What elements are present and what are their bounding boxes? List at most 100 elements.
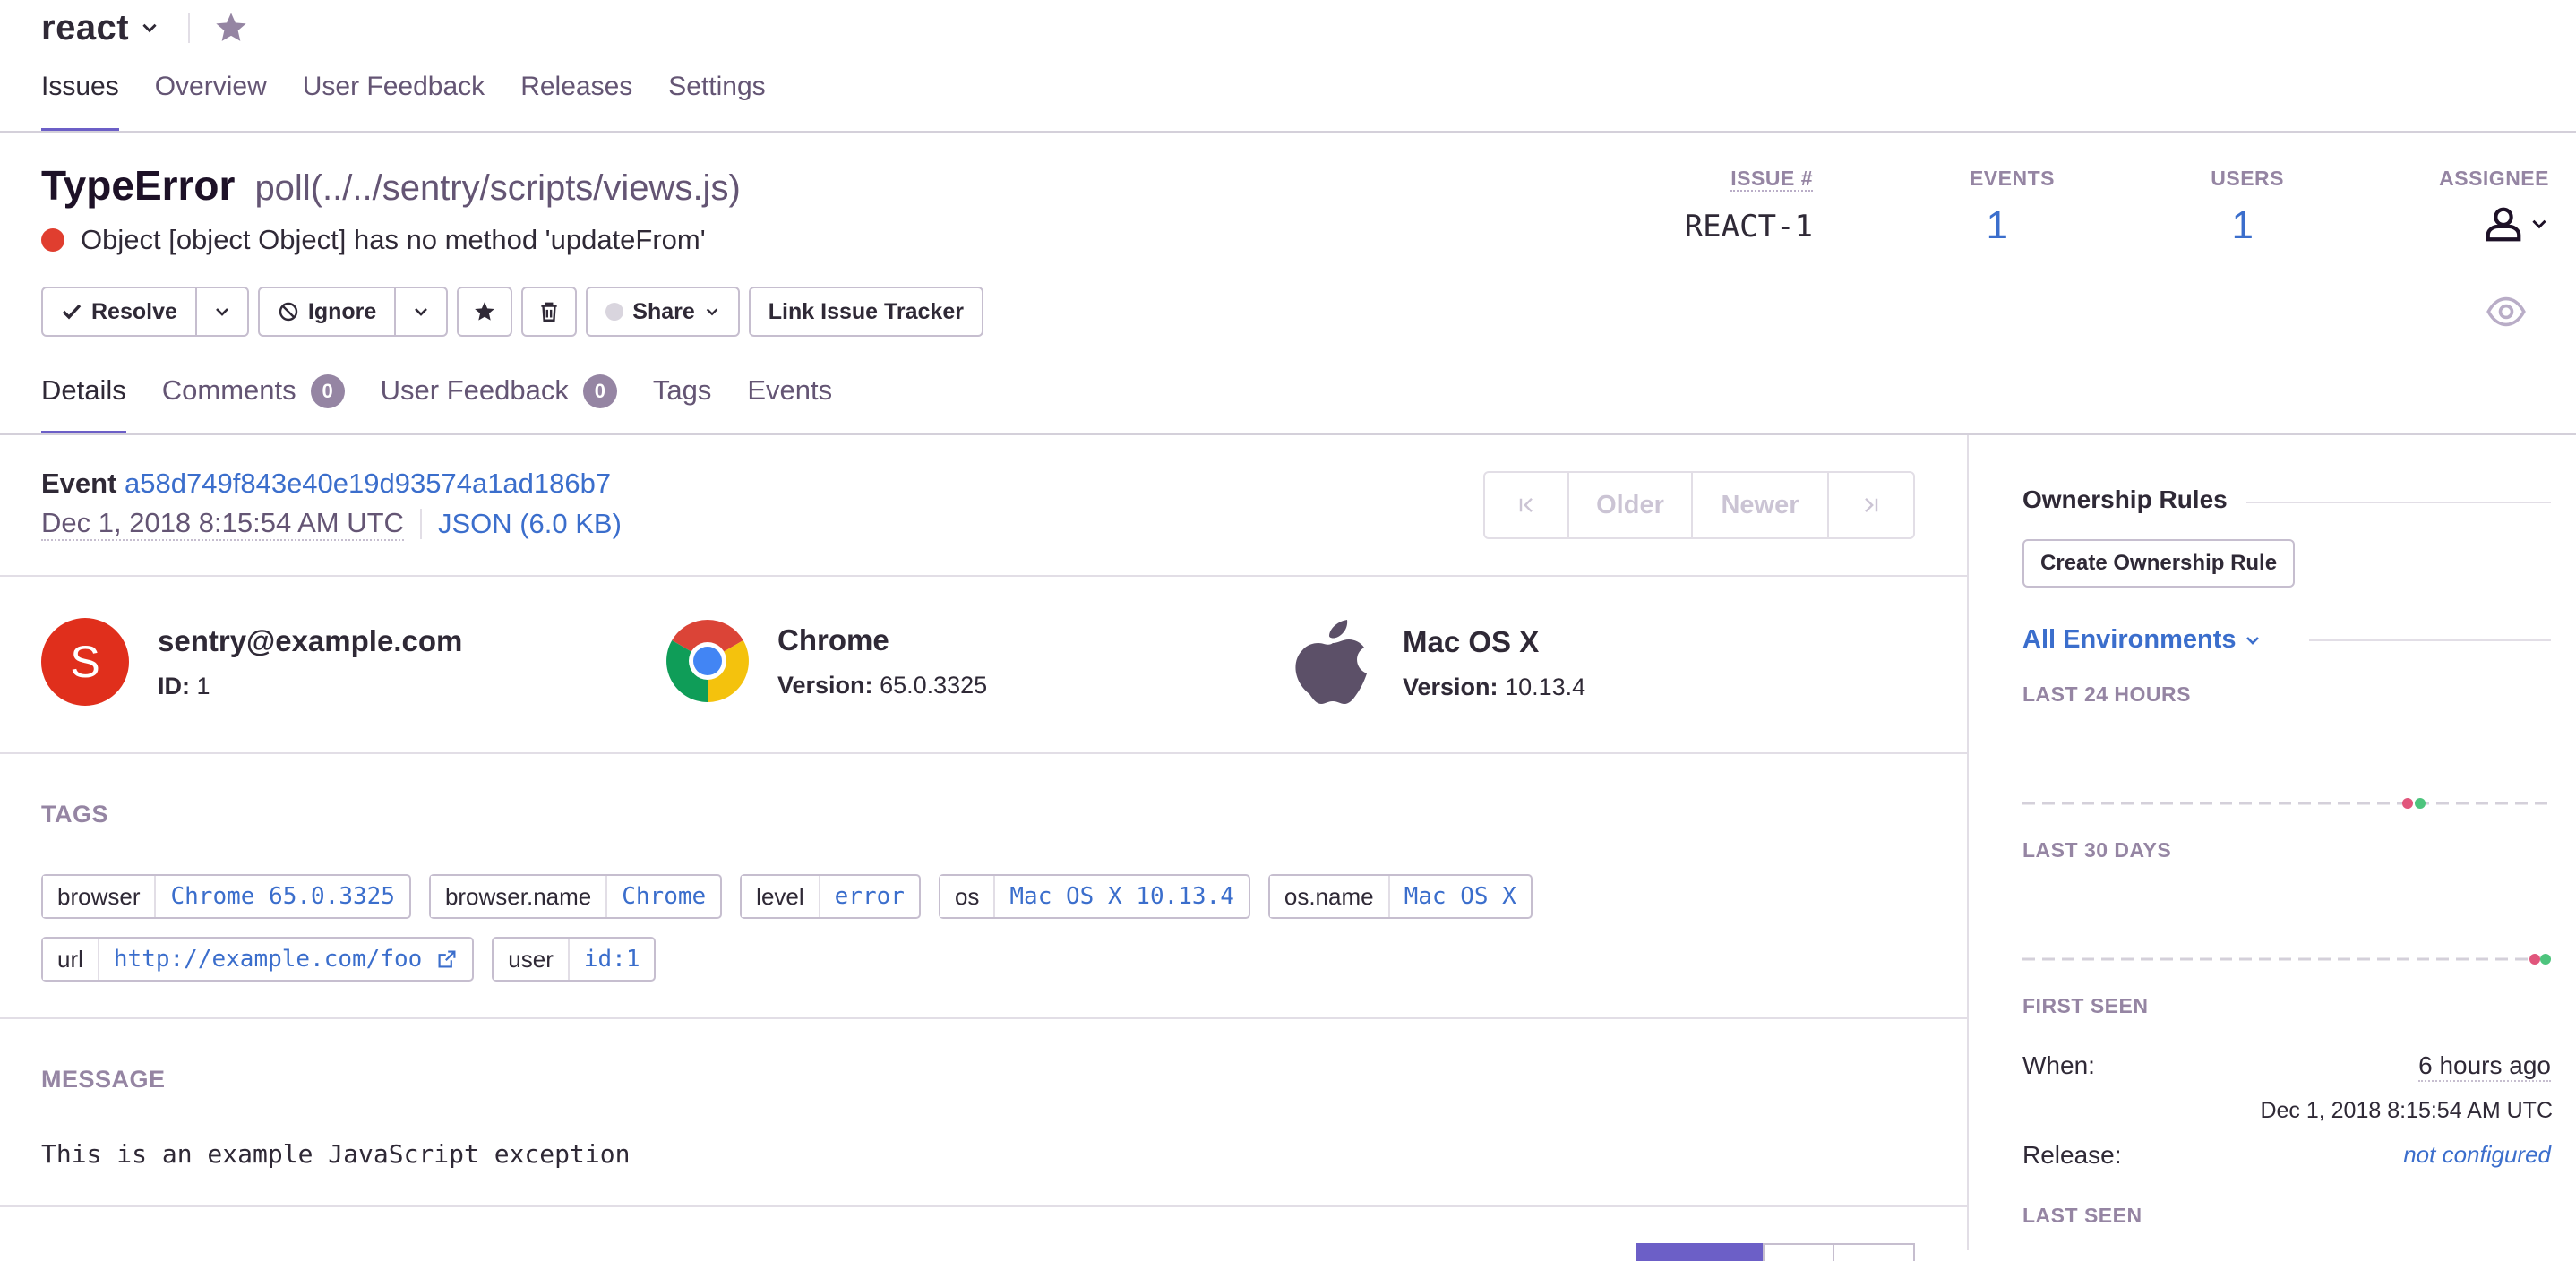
tab-tags[interactable]: Tags: [653, 358, 711, 435]
environment-selector[interactable]: All Environments: [2022, 625, 2262, 655]
event-heading: Event a58d749f843e40e19d93574a1ad186b7: [41, 468, 611, 500]
tag-pill[interactable]: os.name Mac OS X: [1267, 874, 1533, 919]
project-nav: Issues Overview User Feedback Releases S…: [41, 64, 766, 133]
tag-pill[interactable]: os Mac OS X 10.13.4: [938, 874, 1250, 919]
tag-key: url: [43, 939, 99, 980]
user-context: S sentry@example.com ID: 1: [41, 618, 462, 706]
tab-details[interactable]: Details: [41, 358, 126, 435]
toggle-button[interactable]: [1763, 1243, 1834, 1261]
project-name[interactable]: react: [41, 8, 129, 48]
ignore-group: Ignore: [257, 287, 449, 337]
section-divider: [0, 1205, 1967, 1207]
issue-actions: Resolve Ignore Share Link Issue Tracker: [41, 287, 983, 337]
create-ownership-rule-button[interactable]: Create Ownership Rule: [2022, 539, 2296, 588]
project-header: react: [41, 4, 249, 52]
nav-releases[interactable]: Releases: [520, 64, 632, 133]
issue-tabs: Details Comments 0 User Feedback 0 Tags Ev…: [41, 358, 832, 435]
eye-icon[interactable]: [2486, 296, 2526, 328]
link-issue-tracker-button[interactable]: Link Issue Tracker: [748, 287, 983, 337]
last-seen-label: LAST SEEN: [2022, 1204, 2142, 1227]
tag-pill[interactable]: browser Chrome 65.0.3325: [41, 874, 411, 919]
ownership-heading: Ownership Rules: [2022, 485, 2551, 514]
toggle-button-active[interactable]: [1636, 1243, 1763, 1261]
nav-issues[interactable]: Issues: [41, 64, 119, 133]
tag-value[interactable]: error: [820, 876, 919, 917]
stat-label: USERS: [2211, 167, 2284, 190]
tag-key: os.name: [1269, 876, 1390, 917]
external-link-icon[interactable]: [436, 948, 458, 970]
tab-user-feedback[interactable]: User Feedback 0: [381, 358, 617, 435]
first-seen-label: FIRST SEEN: [2022, 994, 2149, 1017]
heading-rule: [2246, 502, 2551, 503]
chevron-down-icon[interactable]: [140, 18, 159, 38]
event-details: Event a58d749f843e40e19d93574a1ad186b7 D…: [0, 435, 1967, 1261]
nav-overview[interactable]: Overview: [155, 64, 267, 133]
tag-value[interactable]: Mac OS X 10.13.4: [995, 876, 1248, 917]
newer-event-button[interactable]: Newer: [1693, 473, 1829, 537]
first-seen-date: Dec 1, 2018 8:15:54 AM UTC: [2260, 1098, 2553, 1123]
older-event-button[interactable]: Older: [1569, 473, 1693, 537]
event-label: Event: [41, 468, 117, 499]
share-button[interactable]: Share: [586, 287, 740, 337]
header-divider: [188, 13, 191, 43]
issue-title: TypeError poll(../../sentry/scripts/view…: [41, 161, 741, 210]
release-value[interactable]: not configured: [2403, 1141, 2551, 1170]
tag-pill[interactable]: url http://example.com/foo: [41, 937, 475, 982]
stat-assignee: ASSIGNEE: [2418, 167, 2549, 244]
stat-value[interactable]: 1: [1917, 203, 2008, 248]
delete-button[interactable]: [521, 287, 578, 337]
user-id: ID: 1: [158, 672, 210, 699]
avatar: S: [41, 618, 129, 706]
when-label: When:: [2022, 1051, 2095, 1079]
error-type: TypeError: [41, 162, 236, 209]
toggle-button[interactable]: [1834, 1243, 1915, 1261]
stat-value: REACT-1: [1684, 209, 1813, 244]
browser-version: Version: 65.0.3325: [777, 671, 988, 699]
assignee-selector[interactable]: [2418, 203, 2549, 244]
last-event-button[interactable]: [1829, 473, 1913, 537]
error-location: poll(../../sentry/scripts/views.js): [254, 168, 741, 208]
tab-comments[interactable]: Comments 0: [162, 358, 345, 435]
environment-label: All Environments: [2022, 625, 2237, 654]
stat-events: EVENTS 1: [1917, 167, 2055, 248]
last-24-hours-label: LAST 24 HOURS: [2022, 682, 2191, 706]
nav-user-feedback[interactable]: User Feedback: [303, 64, 485, 133]
browser-context: Chrome Version: 65.0.3325: [665, 618, 987, 704]
message-body: This is an example JavaScript exception: [41, 1139, 631, 1169]
resolve-dropdown[interactable]: [196, 287, 249, 337]
ignore-dropdown[interactable]: [396, 287, 449, 337]
tab-events[interactable]: Events: [747, 358, 832, 435]
tag-value[interactable]: id:1: [570, 939, 655, 980]
trash-icon: [541, 302, 557, 322]
tag-pill[interactable]: browser.name Chrome: [428, 874, 723, 919]
first-event-button[interactable]: [1485, 473, 1569, 537]
tag-value[interactable]: Chrome 65.0.3325: [156, 876, 408, 917]
tag-pill[interactable]: level error: [740, 874, 921, 919]
ignore-button[interactable]: Ignore: [257, 287, 397, 337]
chevron-down-icon: [2245, 636, 2259, 645]
tags-title: TAGS: [41, 801, 108, 828]
event-id-link[interactable]: a58d749f843e40e19d93574a1ad186b7: [125, 468, 611, 499]
tag-pill[interactable]: user id:1: [492, 937, 657, 982]
tag-key: os: [940, 876, 996, 917]
tag-value[interactable]: Chrome: [607, 876, 720, 917]
tab-label: Comments: [161, 374, 296, 406]
tag-value[interactable]: Mac OS X: [1390, 876, 1531, 917]
resolve-button[interactable]: Resolve: [41, 287, 197, 337]
tab-label: Tags: [652, 374, 712, 406]
tag-key: level: [742, 876, 820, 917]
stat-value[interactable]: 1: [2185, 203, 2254, 248]
last-30-days-label: LAST 30 DAYS: [2022, 838, 2172, 862]
event-meta: Dec 1, 2018 8:15:54 AM UTC JSON (6.0 KB): [41, 507, 622, 541]
event-pager: Older Newer: [1483, 471, 1915, 539]
chevron-down-icon: [415, 308, 428, 316]
issue-message-row: Object [object Object] has no method 'up…: [41, 224, 706, 256]
event-json-link[interactable]: JSON (6.0 KB): [438, 508, 622, 540]
tag-value[interactable]: http://example.com/foo: [99, 939, 472, 980]
star-icon[interactable]: [213, 10, 249, 46]
tab-label: Details: [41, 374, 126, 406]
chevron-down-icon: [2532, 219, 2546, 229]
nav-settings[interactable]: Settings: [668, 64, 765, 133]
bookmark-button[interactable]: [457, 287, 513, 337]
section-divider: [0, 1017, 1967, 1019]
